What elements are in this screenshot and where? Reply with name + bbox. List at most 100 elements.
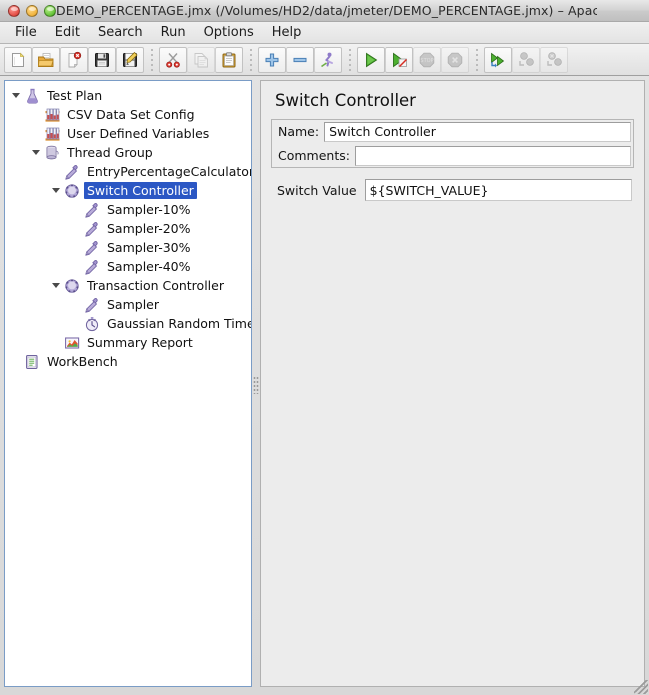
shutdown-octagon-icon[interactable] (441, 46, 469, 73)
sampler-pipette-icon (63, 163, 81, 180)
tree-node[interactable]: User Defined Variables (5, 124, 251, 143)
thread-group-spool-icon (43, 144, 61, 161)
tree-expand-toggle-icon[interactable] (29, 143, 43, 162)
stop-octagon-icon[interactable]: STOP (413, 46, 441, 73)
split-divider[interactable] (252, 80, 260, 687)
tree-expand-toggle-icon[interactable] (49, 181, 63, 200)
save-floppy-icon[interactable] (88, 46, 116, 73)
tree-node[interactable]: Sampler-30% (5, 238, 251, 257)
sampler-pipette-icon (83, 258, 101, 275)
close-document-icon[interactable] (60, 46, 88, 73)
tree-node[interactable]: Sampler-40% (5, 257, 251, 276)
close-window-button[interactable] (8, 4, 20, 17)
new-document-icon[interactable] (4, 46, 32, 73)
controller-disc-icon (63, 277, 81, 294)
window-controls (8, 4, 56, 17)
tree-node-label: Sampler-30% (107, 240, 191, 255)
remote-shutdown-all-icon[interactable] (540, 46, 568, 73)
tree-node-label: Transaction Controller (87, 278, 224, 293)
menu-item-search[interactable]: Search (89, 23, 152, 42)
menu-item-help[interactable]: Help (263, 23, 311, 42)
tree-node[interactable]: Transaction Controller (5, 276, 251, 295)
sampler-pipette-icon (83, 296, 101, 313)
tree-node-label: CSV Data Set Config (67, 107, 195, 122)
minimize-window-button[interactable] (26, 4, 38, 17)
toolbar-separator-2 (246, 47, 255, 72)
sampler-pipette-icon (83, 201, 101, 218)
window-resize-grip[interactable] (634, 680, 648, 694)
remote-stop-all-icon[interactable] (512, 46, 540, 73)
start-play-icon[interactable] (357, 46, 385, 73)
toggle-runner-icon[interactable] (314, 46, 342, 73)
config-element-rack-icon (43, 125, 61, 142)
switch-value-row: Switch Value ${SWITCH_VALUE} (271, 179, 634, 201)
config-element-rack-icon (43, 106, 61, 123)
tree-node-label: Sampler-20% (107, 221, 191, 236)
tree-node[interactable]: Sampler-20% (5, 219, 251, 238)
tree-node-label: Test Plan (47, 88, 103, 103)
tree-node-label: User Defined Variables (67, 126, 210, 141)
test-plan-tree: Test Plan CSV Data Set Config User Defined… (5, 81, 251, 371)
test-plan-tree-panel[interactable]: Test Plan CSV Data Set Config User Defined… (4, 80, 252, 687)
collapse-minus-icon[interactable] (286, 46, 314, 73)
tree-node[interactable]: CSV Data Set Config (5, 105, 251, 124)
svg-text:STOP: STOP (420, 58, 433, 64)
tree-expand-toggle-icon[interactable] (49, 276, 63, 295)
tree-node[interactable]: EntryPercentageCalculator (5, 162, 251, 181)
expand-plus-icon[interactable] (258, 46, 286, 73)
toolbar-group-remote (484, 46, 568, 73)
tree-node-label: EntryPercentageCalculator (87, 164, 252, 179)
toolbar-separator-4 (472, 47, 481, 72)
tree-node-label: Switch Controller (84, 182, 197, 199)
toolbar-group-tree (258, 46, 342, 73)
name-input[interactable]: Switch Controller (324, 121, 631, 142)
copy-pages-icon[interactable] (187, 46, 215, 73)
comments-input[interactable] (354, 145, 631, 166)
tree-node[interactable]: WorkBench (5, 352, 251, 371)
tree-node[interactable]: Summary Report (5, 333, 251, 352)
comments-label: Comments: (278, 148, 350, 163)
switch-value-label: Switch Value (277, 182, 357, 198)
name-comments-box: Name: Switch Controller Comments: (271, 119, 634, 168)
tree-node-label: Summary Report (87, 335, 193, 350)
menu-item-edit[interactable]: Edit (46, 23, 89, 42)
timer-clock-icon (83, 315, 101, 332)
sampler-pipette-icon (83, 220, 101, 237)
split-divider-grip[interactable] (253, 376, 259, 394)
tree-node[interactable]: Gaussian Random Timer (5, 314, 251, 333)
tree-node-label: Gaussian Random Timer (107, 316, 252, 331)
comments-row: Comments: (272, 144, 633, 167)
menu-item-file[interactable]: File (6, 23, 46, 42)
menu-item-options[interactable]: Options (195, 23, 263, 42)
jmeter-window: DEMO_PERCENTAGE.jmx (/Volumes/HD2/data/j… (0, 0, 649, 695)
switch-value-input[interactable]: ${SWITCH_VALUE} (364, 179, 632, 201)
tree-node[interactable]: Switch Controller (5, 181, 251, 200)
cut-scissors-icon[interactable] (159, 46, 187, 73)
start-no-timers-icon[interactable] (385, 46, 413, 73)
tree-node[interactable]: Thread Group (5, 143, 251, 162)
element-editor-panel: Switch Controller Name: Switch Controlle… (260, 80, 645, 687)
tree-node[interactable]: Sampler-10% (5, 200, 251, 219)
name-row: Name: Switch Controller (272, 120, 633, 143)
tree-expand-toggle-icon[interactable] (9, 86, 23, 105)
tree-node-label: Sampler (107, 297, 160, 312)
tree-node[interactable]: Sampler (5, 295, 251, 314)
tree-node[interactable]: Test Plan (5, 86, 251, 105)
paste-clipboard-icon[interactable] (215, 46, 243, 73)
main-toolbar: STOP (0, 44, 649, 76)
tree-node-label: Sampler-10% (107, 202, 191, 217)
save-as-icon[interactable] (116, 46, 144, 73)
toolbar-separator-1 (147, 47, 156, 72)
remote-start-all-icon[interactable] (484, 46, 512, 73)
workbench-clipboard-icon (23, 353, 41, 370)
menu-item-run[interactable]: Run (152, 23, 195, 42)
open-folder-icon[interactable] (32, 46, 60, 73)
maximize-window-button[interactable] (44, 4, 56, 17)
